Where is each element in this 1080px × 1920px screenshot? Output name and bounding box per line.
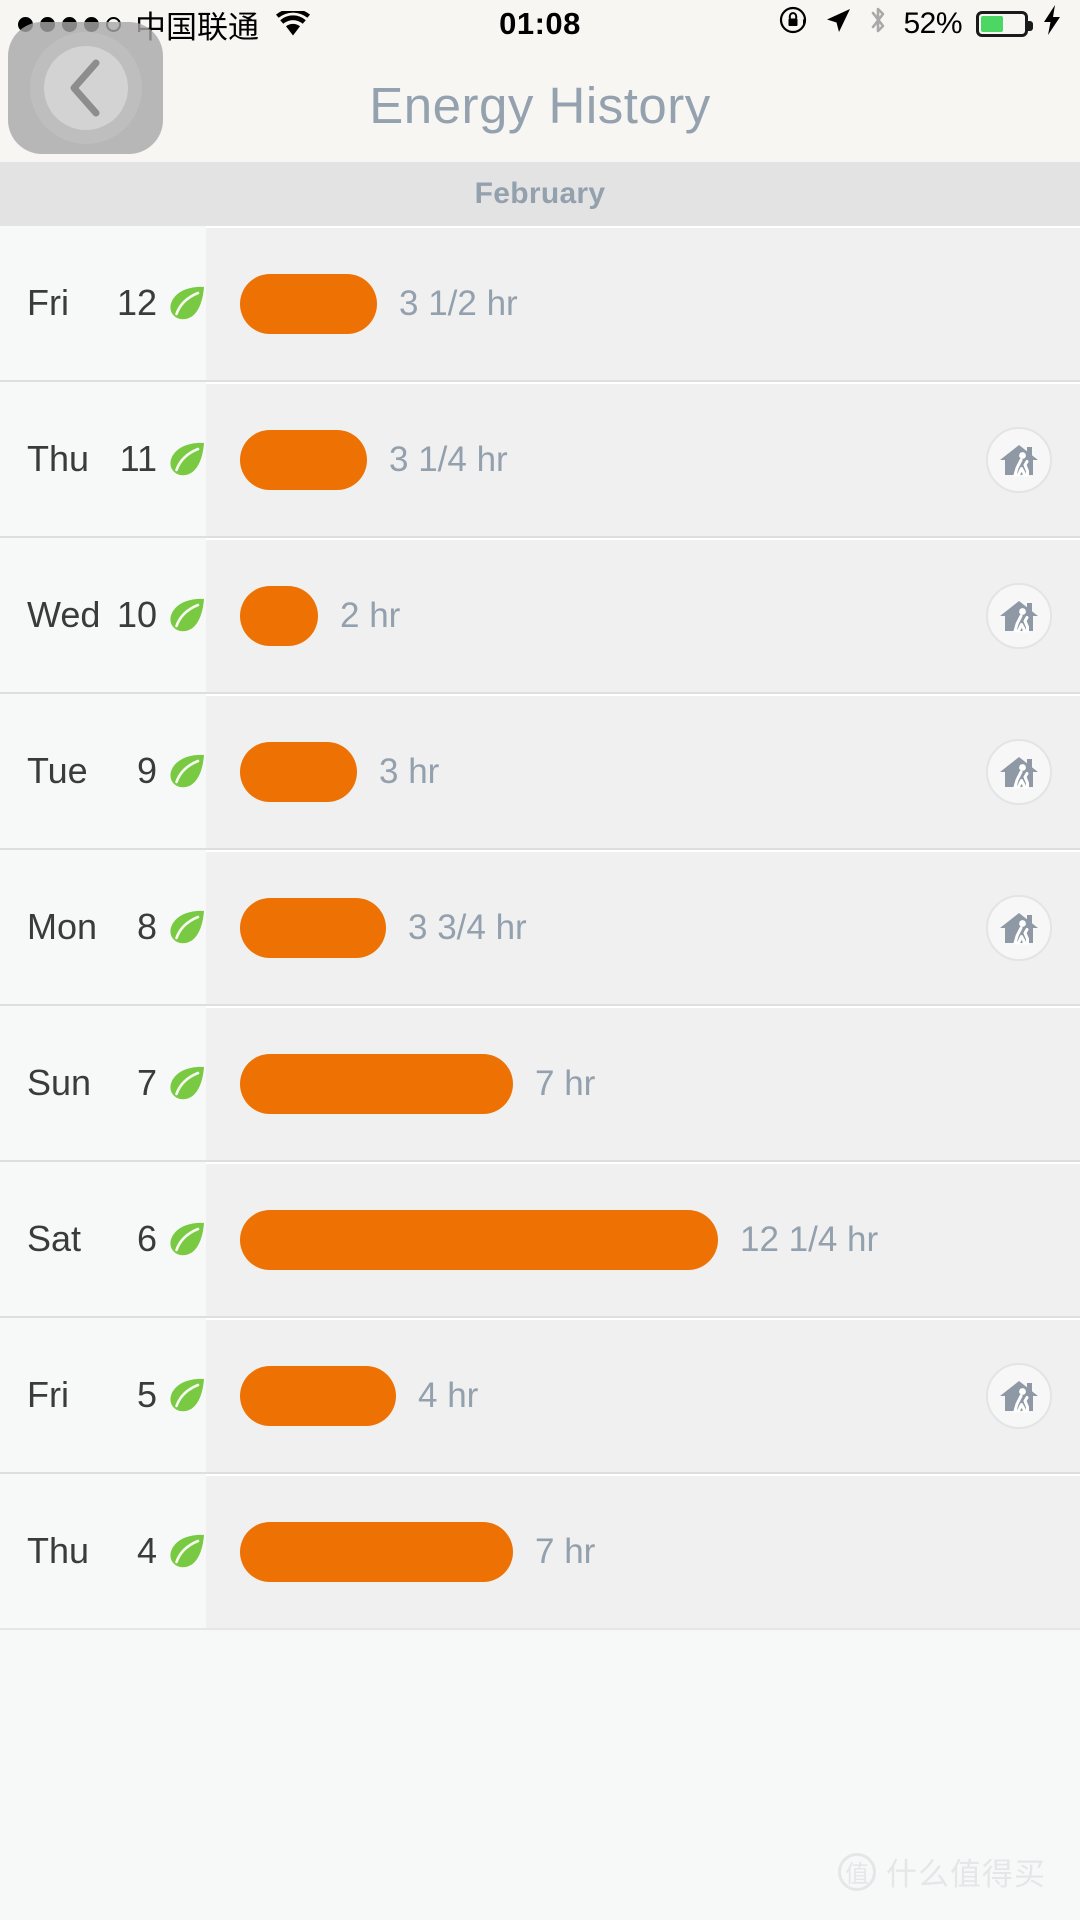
row-date-cell: Mon 8 — [0, 850, 206, 1004]
day-number-label: 4 — [136, 1530, 157, 1571]
row-usage-cell: 7 hr — [206, 1006, 1080, 1160]
usage-hours-label: 4 hr — [418, 1376, 479, 1415]
watermark: 值 什么值得买 — [838, 1849, 1046, 1894]
day-name-label: Thu — [27, 438, 90, 479]
green-leaf-icon — [168, 285, 206, 321]
day-number-label: 6 — [136, 1218, 157, 1259]
row-date-cell: Sat 6 — [0, 1162, 206, 1316]
row-usage-cell: 3 1/4 hr — [206, 382, 1080, 536]
green-leaf-icon — [168, 1377, 206, 1413]
usage-bar — [240, 274, 377, 334]
back-chevron-icon — [63, 57, 109, 119]
usage-hours-label: 3 1/4 hr — [389, 440, 508, 479]
day-number-label: 5 — [136, 1374, 157, 1415]
energy-history-list[interactable]: Fri 12 3 1/2 hr Thu 11 3 1/4 hr Wed 10 2 hr Tue 9 3… — [0, 226, 1080, 1630]
usage-bar — [240, 586, 318, 646]
wifi-icon — [276, 11, 310, 37]
house-with-person-icon[interactable] — [986, 1363, 1052, 1429]
location-arrow-icon — [823, 5, 853, 43]
green-leaf-icon — [168, 909, 206, 945]
table-row[interactable]: Fri 12 3 1/2 hr — [0, 226, 1080, 382]
assistive-touch-back-button[interactable] — [8, 22, 163, 154]
bluetooth-icon — [867, 4, 889, 44]
day-number-label: 12 — [116, 282, 157, 323]
row-usage-cell: 4 hr — [206, 1318, 1080, 1472]
page-title: Energy History — [369, 76, 711, 134]
usage-hours-label: 3 hr — [379, 752, 440, 791]
green-leaf-icon — [168, 1065, 206, 1101]
table-row[interactable]: Wed 10 2 hr — [0, 538, 1080, 694]
day-number-label: 10 — [116, 594, 157, 635]
row-usage-cell: 2 hr — [206, 538, 1080, 692]
table-row[interactable]: Sun 7 7 hr — [0, 1006, 1080, 1162]
day-name-label: Mon — [27, 906, 98, 947]
usage-hours-label: 3 1/2 hr — [399, 284, 518, 323]
rotation-lock-icon — [779, 5, 809, 43]
usage-bar — [240, 1522, 513, 1582]
row-usage-cell: 3 hr — [206, 694, 1080, 848]
house-with-person-icon[interactable] — [986, 427, 1052, 493]
day-number-label: 7 — [136, 1062, 157, 1103]
usage-hours-label: 7 hr — [535, 1064, 596, 1103]
usage-hours-label: 12 1/4 hr — [740, 1220, 879, 1259]
usage-hours-label: 3 3/4 hr — [408, 908, 527, 947]
row-date-cell: Tue 9 — [0, 694, 206, 848]
usage-hours-label: 2 hr — [340, 596, 401, 635]
row-date-cell: Thu 11 — [0, 382, 206, 536]
lightning-bolt-icon — [1042, 4, 1062, 44]
house-with-person-icon[interactable] — [986, 739, 1052, 805]
day-number-label: 8 — [136, 906, 157, 947]
green-leaf-icon — [168, 441, 206, 477]
status-bar-right: 52% — [779, 4, 1062, 44]
row-usage-cell: 7 hr — [206, 1474, 1080, 1628]
day-name-label: Sun — [27, 1062, 92, 1103]
table-row[interactable]: Fri 5 4 hr — [0, 1318, 1080, 1474]
usage-bar — [240, 430, 367, 490]
day-number-label: 11 — [119, 438, 157, 479]
battery-icon — [976, 11, 1033, 37]
row-date-cell: Fri 12 — [0, 226, 206, 380]
table-row[interactable]: Thu 11 3 1/4 hr — [0, 382, 1080, 538]
table-row[interactable]: Thu 4 7 hr — [0, 1474, 1080, 1630]
row-date-cell: Wed 10 — [0, 538, 206, 692]
row-date-cell: Fri 5 — [0, 1318, 206, 1472]
watermark-badge: 值 — [838, 1852, 876, 1891]
house-with-person-icon[interactable] — [986, 895, 1052, 961]
row-date-cell: Sun 7 — [0, 1006, 206, 1160]
status-bar: 中国联通 01:08 52% — [0, 0, 1080, 48]
row-usage-cell: 3 1/2 hr — [206, 226, 1080, 380]
usage-bar — [240, 1054, 513, 1114]
green-leaf-icon — [168, 753, 206, 789]
assistive-touch-ring-outer — [29, 32, 142, 144]
battery-fill — [981, 16, 1003, 32]
day-name-label: Sat — [27, 1218, 82, 1259]
row-usage-cell: 12 1/4 hr — [206, 1162, 1080, 1316]
green-leaf-icon — [168, 597, 206, 633]
house-with-person-icon[interactable] — [986, 583, 1052, 649]
usage-hours-label: 7 hr — [535, 1532, 596, 1571]
clock-time: 01:08 — [499, 6, 581, 41]
usage-bar — [240, 1210, 718, 1270]
table-row[interactable]: Tue 9 3 hr — [0, 694, 1080, 850]
battery-percent-label: 52% — [903, 7, 962, 40]
day-name-label: Thu — [27, 1530, 90, 1571]
day-name-label: Wed — [27, 594, 101, 635]
watermark-text: 什么值得买 — [886, 1857, 1046, 1893]
month-section-header: February — [0, 162, 1080, 226]
row-usage-cell: 3 3/4 hr — [206, 850, 1080, 1004]
day-name-label: Tue — [27, 750, 88, 791]
row-date-cell: Thu 4 — [0, 1474, 206, 1628]
assistive-touch-ring-inner — [43, 46, 128, 130]
day-name-label: Fri — [27, 282, 69, 323]
usage-bar — [240, 742, 357, 802]
day-number-label: 9 — [136, 750, 157, 791]
month-label: February — [474, 177, 606, 210]
usage-bar — [240, 1366, 396, 1426]
green-leaf-icon — [168, 1533, 206, 1569]
day-name-label: Fri — [27, 1374, 69, 1415]
green-leaf-icon — [168, 1221, 206, 1257]
table-row[interactable]: Sat 6 12 1/4 hr — [0, 1162, 1080, 1318]
table-row[interactable]: Mon 8 3 3/4 hr — [0, 850, 1080, 1006]
usage-bar — [240, 898, 386, 958]
